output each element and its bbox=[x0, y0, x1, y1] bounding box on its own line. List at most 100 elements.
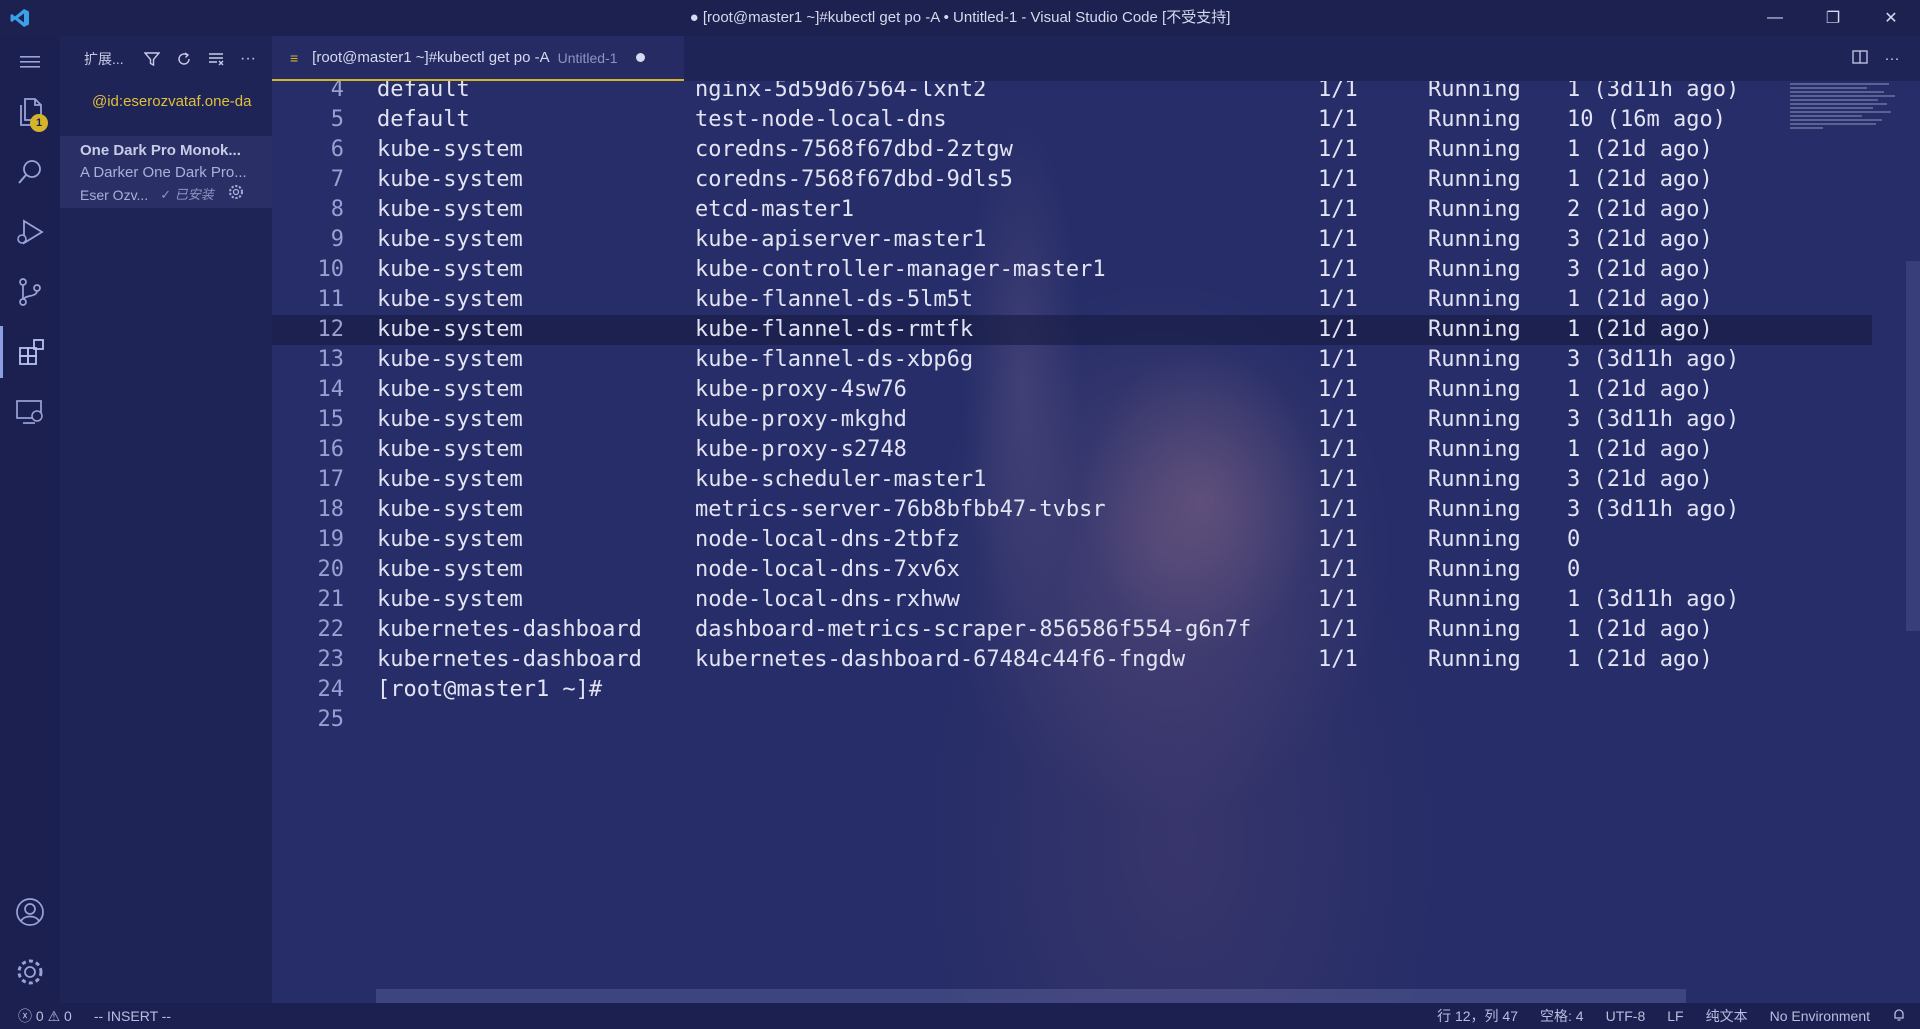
status-bar: ⓧ 0 ⚠ 0 -- INSERT -- 行 12，列 47 空格: 4 UTF… bbox=[0, 1003, 1920, 1029]
namespace-cell: kube-system bbox=[377, 407, 523, 432]
problems-button[interactable]: ⓧ 0 ⚠ 0 bbox=[18, 1006, 72, 1026]
tab-untitled-1[interactable]: ≡ [root@master1 ~]#kubectl get po -A Unt… bbox=[272, 36, 684, 81]
unsaved-dot-icon[interactable] bbox=[635, 53, 645, 62]
namespace-cell: kube-system bbox=[377, 317, 523, 342]
sidebar-header: 扩展... ··· bbox=[60, 36, 272, 82]
line-number: 8 bbox=[330, 197, 344, 222]
line-number: 13 bbox=[317, 347, 345, 372]
editor-line[interactable]: 17 kube-system kube-scheduler-master1 1/1 Ru… bbox=[272, 465, 1872, 495]
ready-cell: 1/1 bbox=[1318, 587, 1358, 612]
editor-line[interactable]: 13 kube-system kube-flannel-ds-xbp6g 1/1 Run… bbox=[272, 345, 1872, 375]
filter-button[interactable] bbox=[136, 51, 168, 67]
split-editor-button[interactable] bbox=[1844, 49, 1876, 69]
editor-line[interactable]: 7 kube-system coredns-7568f67dbd-9dls5 1/1 R… bbox=[272, 165, 1872, 195]
clear-button[interactable] bbox=[200, 51, 232, 67]
pod-name-cell: kubernetes-dashboard-67484c44f6-fngdw bbox=[695, 647, 1186, 672]
notifications-button[interactable] bbox=[1892, 1008, 1906, 1025]
installed-label: ✓ 已安装 bbox=[160, 186, 214, 202]
pod-name-cell: kube-proxy-mkghd bbox=[695, 407, 907, 432]
title-bar: ● [root@master1 ~]#kubectl get po -A • U… bbox=[0, 0, 1920, 36]
editor-line[interactable]: 5 default test-node-local-dns 1/1 Running 10 … bbox=[272, 105, 1872, 135]
refresh-button[interactable] bbox=[168, 51, 200, 67]
editor-line[interactable]: 19 kube-system node-local-dns-2tbfz 1/1 Runn… bbox=[272, 525, 1872, 555]
cursor-position[interactable]: 行 12，列 47 bbox=[1437, 1006, 1518, 1026]
line-number: 19 bbox=[317, 527, 345, 552]
encoding[interactable]: UTF-8 bbox=[1606, 1008, 1646, 1024]
activity-remote-explorer[interactable] bbox=[0, 386, 60, 438]
line-number: 21 bbox=[317, 587, 345, 612]
minimap[interactable] bbox=[1790, 81, 1900, 141]
editor-line[interactable]: 8 kube-system etcd-master1 1/1 Running 2 (21d… bbox=[272, 195, 1872, 225]
restore-button[interactable]: ❐ bbox=[1804, 0, 1862, 36]
tab-title: [root@master1 ~]#kubectl get po -A bbox=[312, 49, 550, 66]
line-number: 22 bbox=[317, 617, 345, 642]
pod-name-cell: dashboard-metrics-scraper-856586f554-g6n… bbox=[695, 617, 1252, 642]
activity-search[interactable] bbox=[0, 146, 60, 198]
remote-explorer-icon bbox=[16, 400, 43, 424]
activity-accounts[interactable] bbox=[0, 886, 60, 938]
activity-source-control[interactable] bbox=[0, 266, 60, 318]
pod-name-cell: nginx-5d59d67564-lxnt2 bbox=[695, 81, 987, 102]
editor-line[interactable]: 4 default nginx-5d59d67564-lxnt2 1/1 Running… bbox=[272, 81, 1872, 105]
editor-line[interactable]: 10 kube-system kube-controller-manager-mas… bbox=[272, 255, 1872, 285]
extension-manage-button[interactable] bbox=[228, 184, 244, 205]
vertical-scrollbar[interactable] bbox=[1906, 261, 1920, 631]
close-button[interactable]: ✕ bbox=[1862, 0, 1920, 36]
status-cell: Running bbox=[1428, 557, 1521, 582]
editor-line[interactable]: 21 kube-system node-local-dns-rxhww 1/1 Runn… bbox=[272, 585, 1872, 615]
editor-line[interactable]: 14 kube-system kube-proxy-4sw76 1/1 Running 1… bbox=[272, 375, 1872, 405]
ellipsis-icon: ··· bbox=[1884, 50, 1900, 67]
environment[interactable]: No Environment bbox=[1770, 1008, 1870, 1024]
source-control-icon bbox=[19, 278, 41, 306]
end-of-line[interactable]: LF bbox=[1667, 1008, 1683, 1024]
editor-line[interactable]: 12 kube-system kube-flannel-ds-rmtfk 1/1 Run… bbox=[272, 315, 1872, 345]
extensions-icon bbox=[18, 339, 44, 365]
language-mode[interactable]: 纯文本 bbox=[1706, 1006, 1748, 1026]
editor-more-actions-button[interactable]: ··· bbox=[1876, 50, 1908, 67]
menu-button[interactable] bbox=[0, 36, 60, 88]
ready-cell: 1/1 bbox=[1318, 647, 1358, 672]
activity-explorer[interactable]: 1 bbox=[0, 86, 60, 138]
warning-icon: ⚠ bbox=[47, 1007, 61, 1024]
editor-line[interactable]: 16 kube-system kube-proxy-s2748 1/1 Running 1… bbox=[272, 435, 1872, 465]
namespace-cell: kube-system bbox=[377, 527, 523, 552]
pod-name-cell: kube-proxy-s2748 bbox=[695, 437, 907, 462]
indentation[interactable]: 空格: 4 bbox=[1540, 1006, 1584, 1026]
namespace-cell: default bbox=[377, 107, 470, 132]
refresh-icon bbox=[178, 52, 190, 65]
extension-item[interactable]: One Dark Pro Monok... A Darker One Dark … bbox=[60, 136, 272, 208]
editor-line[interactable]: 22 kubernetes-dashboard dashboard-metrics-… bbox=[272, 615, 1872, 645]
ready-cell: 1/1 bbox=[1318, 287, 1358, 312]
status-cell: Running bbox=[1428, 647, 1521, 672]
namespace-cell: kubernetes-dashboard bbox=[377, 647, 642, 672]
editor-line[interactable]: 20 kube-system node-local-dns-7xv6x 1/1 Runn… bbox=[272, 555, 1872, 585]
editor-line[interactable]: 23 kubernetes-dashboard kubernetes-dashboa… bbox=[272, 645, 1872, 675]
run-debug-icon bbox=[17, 219, 44, 245]
activity-run-debug[interactable] bbox=[0, 206, 60, 258]
editor-line[interactable]: 9 kube-system kube-apiserver-master1 1/1 Run… bbox=[272, 225, 1872, 255]
menu-icon bbox=[20, 56, 40, 68]
more-actions-button[interactable]: ··· bbox=[232, 50, 264, 68]
editor-line[interactable]: 25 bbox=[272, 705, 1872, 735]
ready-cell: 1/1 bbox=[1318, 137, 1358, 162]
editor-line[interactable]: 15 kube-system kube-proxy-mkghd 1/1 Running 3… bbox=[272, 405, 1872, 435]
horizontal-scrollbar[interactable] bbox=[376, 989, 1686, 1003]
activity-extensions[interactable] bbox=[0, 326, 60, 378]
tab-description: Untitled-1 bbox=[557, 49, 618, 66]
pod-name-cell: metrics-server-76b8bfbb47-tvbsr bbox=[695, 497, 1106, 522]
line-number: 10 bbox=[317, 257, 345, 282]
minimize-button[interactable]: — bbox=[1746, 0, 1804, 36]
editor-line[interactable]: 11 kube-system kube-flannel-ds-5lm5t 1/1 Run… bbox=[272, 285, 1872, 315]
line-number: 25 bbox=[317, 707, 345, 732]
activity-bar: 1 bbox=[0, 36, 60, 1003]
line-number: 23 bbox=[317, 647, 345, 672]
line-number: 20 bbox=[317, 557, 345, 582]
line-number: 12 bbox=[317, 317, 345, 342]
editor-line[interactable]: 18 kube-system metrics-server-76b8bfbb47-t… bbox=[272, 495, 1872, 525]
namespace-cell: kube-system bbox=[377, 227, 523, 252]
editor-line[interactable]: 24 [root@master1 ~]# bbox=[272, 675, 1872, 705]
editor-line[interactable]: 6 kube-system coredns-7568f67dbd-2ztgw 1/1 R… bbox=[272, 135, 1872, 165]
status-cell: Running bbox=[1428, 377, 1521, 402]
editor-area[interactable]: 4 default nginx-5d59d67564-lxnt2 1/1 Running… bbox=[272, 81, 1920, 1003]
activity-manage[interactable] bbox=[0, 946, 60, 998]
